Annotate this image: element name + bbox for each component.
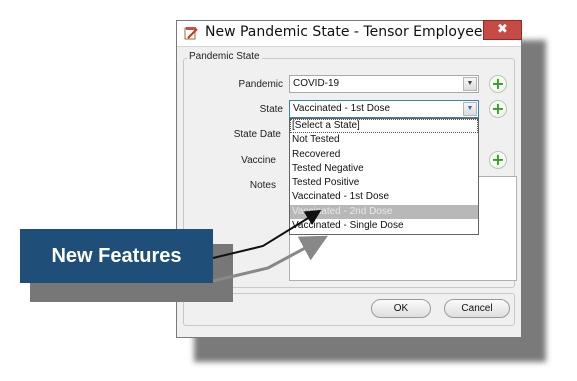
callout-arrows [212,209,328,283]
arrow-to-single-dose [212,235,328,283]
